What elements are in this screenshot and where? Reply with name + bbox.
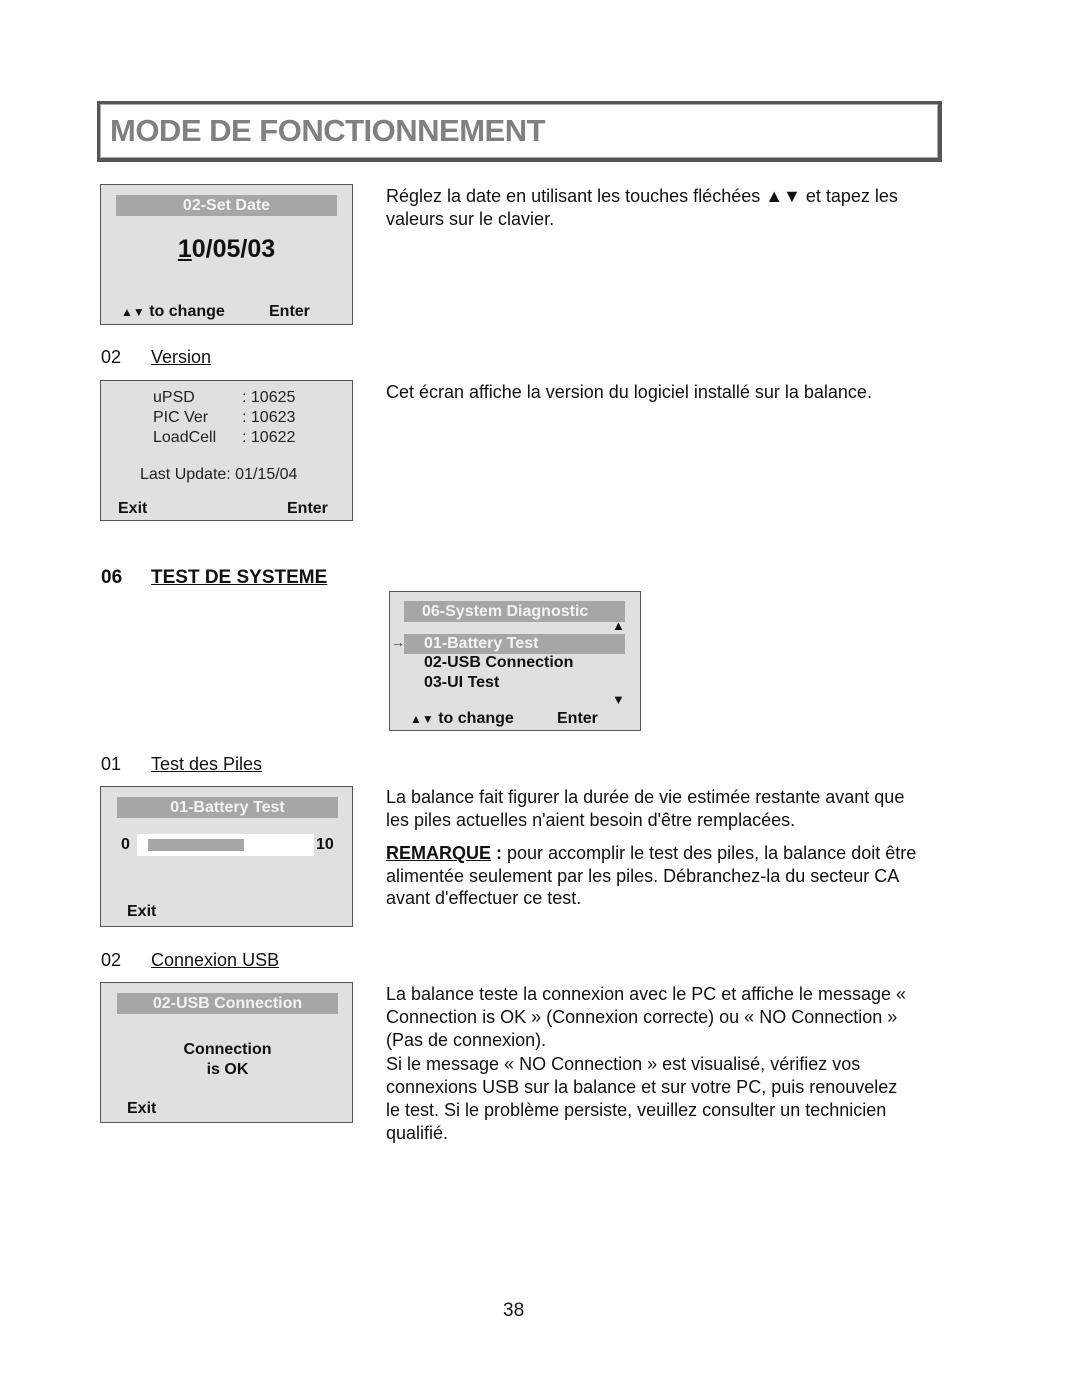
set-date-screen: 02-Set Date 10/05/03 ▲▼ to change Enter (100, 184, 353, 325)
section-number: 02 (101, 347, 122, 367)
system-diagnostic-enter: Enter (557, 710, 598, 727)
to-change-label: to change (149, 303, 225, 320)
battery-level-track (137, 834, 314, 856)
version-exit: Exit (118, 500, 148, 517)
usb-connection-screen: 02-USB Connection Connection is OK Exit (100, 982, 353, 1123)
remark-label: REMARQUE (386, 843, 492, 863)
battery-scale-min: 0 (121, 836, 130, 853)
scroll-up-icon: ▲ (612, 618, 625, 633)
usb-exit: Exit (127, 1100, 157, 1117)
page-title: MODE DE FONCTIONNEMENT (110, 113, 546, 148)
section-name: Test des Piles (151, 754, 263, 774)
battery-remark: REMARQUE : pour accomplir le test des pi… (386, 842, 926, 910)
up-down-arrows-icon: ▲▼ (121, 305, 145, 319)
selection-pointer-icon: → (391, 634, 405, 650)
version-row-value: : 10623 (242, 409, 296, 426)
version-row-label: PIC Ver (153, 409, 209, 426)
set-date-enter: Enter (269, 303, 310, 320)
section-number: 02 (101, 950, 122, 970)
page-number: 38 (503, 1300, 525, 1321)
version-row-value: : 10625 (242, 389, 296, 406)
usb-status-line1: Connection (183, 1041, 272, 1058)
system-diagnostic-screen: 06-System Diagnostic ▲ → 01-Battery Test… (389, 591, 641, 731)
set-date-footer-change: ▲▼ to change (121, 303, 225, 321)
date-cursor-digit: 1 (177, 235, 192, 263)
title-banner: MODE DE FONCTIONNEMENT (97, 101, 942, 162)
usb-status-line2: is OK (206, 1061, 249, 1078)
battery-level-fill (148, 839, 244, 851)
to-change-label: to change (438, 710, 514, 727)
menu-item-usb-connection: 02-USB Connection (424, 654, 574, 671)
version-row-label: uPSD (153, 389, 195, 406)
version-row-label: LoadCell (153, 429, 217, 446)
battery-exit: Exit (127, 903, 157, 920)
battery-description: La balance fait figurer la durée de vie … (386, 787, 905, 830)
battery-scale-max: 10 (316, 836, 334, 853)
system-diagnostic-footer-change: ▲▼ to change (410, 710, 514, 728)
remark-colon: : (491, 843, 503, 863)
battery-section-heading: 01 Test des Piles (101, 754, 262, 775)
battery-test-title: 01-Battery Test (117, 797, 338, 818)
date-value: 10/05/03 (101, 235, 352, 264)
version-section-heading: 02 Version (101, 347, 211, 368)
usb-section-heading: 02 Connexion USB (101, 950, 279, 971)
section-number: 01 (101, 754, 122, 774)
last-update: Last Update: 01/15/04 (140, 466, 298, 483)
menu-item-battery-test: 01-Battery Test (404, 634, 625, 654)
date-rest: 0/05/03 (191, 235, 276, 263)
usb-connection-title: 02-USB Connection (117, 993, 338, 1014)
usb-description: La balance teste la connexion avec le PC… (386, 984, 906, 1050)
battery-test-screen: 01-Battery Test 0 10 Exit (100, 786, 353, 927)
version-row-value: : 10622 (242, 429, 296, 446)
section-name: Connexion USB (151, 950, 280, 970)
section-number: 06 (101, 567, 123, 588)
usb-troubleshoot: Si le message « NO Connection » est visu… (386, 1054, 898, 1143)
up-down-arrows-icon: ▲▼ (410, 712, 434, 726)
system-test-heading: 06 TEST DE SYSTEME (101, 567, 327, 589)
section-name: Version (151, 347, 212, 367)
section-name: TEST DE SYSTEME (151, 567, 328, 588)
menu-item-ui-test: 03-UI Test (424, 674, 500, 691)
set-date-screen-title: 02-Set Date (116, 195, 337, 216)
version-enter: Enter (287, 500, 328, 517)
version-description: Cet écran affiche la version du logiciel… (386, 382, 872, 402)
scroll-down-icon: ▼ (612, 692, 625, 707)
system-diagnostic-title: 06-System Diagnostic (404, 601, 625, 622)
version-screen: uPSD : 10625 PIC Ver : 10623 LoadCell : … (100, 380, 353, 521)
set-date-description: Réglez la date en utilisant les touches … (386, 186, 898, 229)
